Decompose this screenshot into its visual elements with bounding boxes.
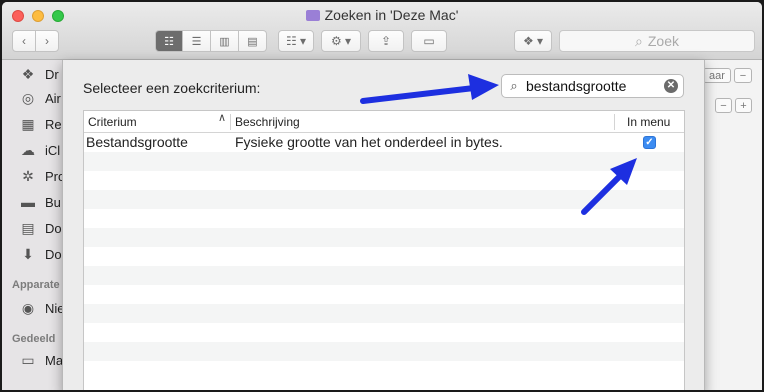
table-row-empty xyxy=(84,361,684,380)
list-icon: ☰ xyxy=(191,35,202,48)
column-view-button[interactable]: ▥ xyxy=(211,30,239,52)
sidebar-item-downloads[interactable]: ⬇ Do xyxy=(18,244,62,264)
forward-button[interactable]: › xyxy=(35,30,59,52)
sidebar: ❖ Dr ◎ Air ▦ Re ☁ iCl ✲ Pro ▬ Bu ▤ Do ⬇ Do Appar… xyxy=(2,60,65,390)
recent-icon: ▦ xyxy=(21,115,35,132)
tag-icon: ▭ xyxy=(423,34,435,48)
window-title-text: Zoeken in 'Deze Mac' xyxy=(324,7,459,23)
table-header: Criterium ∧ Beschrijving In menu xyxy=(84,111,684,133)
sidebar-item-icloud[interactable]: ☁ iCl xyxy=(18,140,60,160)
gallery-icon: ▤ xyxy=(247,35,258,48)
icloud-icon: ☁ xyxy=(21,141,35,158)
table-row-empty xyxy=(84,342,684,361)
table-row-empty xyxy=(84,266,684,285)
view-mode-segmented-control: ☷ ☰ ▥ ▤ xyxy=(155,30,267,52)
column-header-criterium[interactable]: Criterium xyxy=(84,111,230,133)
airdrop-icon: ◎ xyxy=(21,89,35,106)
table-row-empty xyxy=(84,228,684,247)
smart-folder-icon xyxy=(305,10,320,21)
search-icon: ⌕ xyxy=(635,32,643,49)
action-menu-button[interactable]: ⚙ ▾ xyxy=(321,30,361,52)
download-icon: ⬇ xyxy=(22,245,34,262)
dropbox-button[interactable]: ❖ ▾ xyxy=(514,30,552,52)
criteria-table: Criterium ∧ Beschrijving In menu Bestand… xyxy=(83,110,685,390)
table-row[interactable]: Bestandsgrootte Fysieke grootte van het … xyxy=(84,133,684,152)
table-row-empty xyxy=(84,190,684,209)
column-header-in-menu[interactable]: In menu xyxy=(615,111,684,133)
toolbar-search-field[interactable]: ⌕ Zoek xyxy=(559,30,755,52)
remove-criterion-button[interactable]: − xyxy=(715,98,732,113)
sidebar-item-applications[interactable]: ✲ Pro xyxy=(18,166,65,186)
add-criterion-button[interactable]: + xyxy=(735,98,752,113)
search-icon: ⌕ xyxy=(510,78,518,93)
toolbar-search-placeholder: Zoek xyxy=(647,33,679,49)
back-button[interactable]: ‹ xyxy=(12,30,36,52)
cell-beschrijving: Fysieke grootte van het onderdeel in byt… xyxy=(235,134,503,150)
desktop-icon: ▬ xyxy=(21,194,35,210)
clear-search-icon[interactable]: ✕ xyxy=(664,79,678,93)
dropbox-icon: ❖ ▾ xyxy=(522,34,544,48)
window-title: Zoeken in 'Deze Mac' xyxy=(2,7,762,23)
table-row-empty xyxy=(84,152,684,171)
table-row-empty xyxy=(84,247,684,266)
sort-ascending-icon: ∧ xyxy=(218,112,227,124)
table-row-empty xyxy=(84,304,684,323)
title-bar: Zoeken in 'Deze Mac' ‹ › ☷ ☰ ▥ ▤ ☷ ▾ ⚙ ▾… xyxy=(2,2,762,60)
disc-icon: ◉ xyxy=(21,299,35,316)
applications-icon: ✲ xyxy=(22,167,34,184)
in-menu-checkbox[interactable]: ✓ xyxy=(643,136,656,149)
sidebar-item-airdrop[interactable]: ◎ Air xyxy=(18,88,61,108)
grid-icon: ☷ xyxy=(164,35,174,48)
criteria-search-field[interactable]: ⌕ bestandsgrootte ✕ xyxy=(501,74,684,98)
computer-icon: ▭ xyxy=(21,351,35,368)
sidebar-item-dropbox[interactable]: ❖ Dr xyxy=(18,64,59,84)
cell-criterium: Bestandsgrootte xyxy=(86,134,188,150)
minus-icon: − xyxy=(739,69,747,82)
chevron-left-icon: ‹ xyxy=(22,34,26,48)
tag-button[interactable]: ▭ xyxy=(411,30,447,52)
arrange-button[interactable]: ☷ ▾ xyxy=(278,30,314,52)
remove-criterion-button-top[interactable]: − xyxy=(734,68,752,83)
dialog-label: Selecteer een zoekcriterium: xyxy=(83,80,261,96)
save-search-button[interactable]: aar xyxy=(703,68,731,83)
share-icon: ⇪ xyxy=(380,34,392,48)
table-row-empty xyxy=(84,323,684,342)
table-row-empty xyxy=(84,171,684,190)
sidebar-item-desktop[interactable]: ▬ Bu xyxy=(18,192,61,212)
share-button[interactable]: ⇪ xyxy=(368,30,404,52)
column-header-beschrijving[interactable]: Beschrijving xyxy=(231,111,614,133)
dropbox-icon: ❖ xyxy=(21,65,35,82)
gear-icon: ⚙ ▾ xyxy=(330,34,352,48)
table-body: Bestandsgrootte Fysieke grootte van het … xyxy=(84,133,684,380)
sidebar-section-shared: Gedeeld xyxy=(12,333,56,345)
finder-window: Zoeken in 'Deze Mac' ‹ › ☷ ☰ ▥ ▤ ☷ ▾ ⚙ ▾… xyxy=(2,2,762,390)
plus-icon: + xyxy=(740,99,747,112)
minus-icon: − xyxy=(720,99,727,112)
arrange-icon: ☷ ▾ xyxy=(285,34,307,48)
chevron-right-icon: › xyxy=(45,34,49,48)
columns-icon: ▥ xyxy=(219,35,230,48)
table-row-empty xyxy=(84,285,684,304)
criteria-search-value: bestandsgrootte xyxy=(526,78,627,94)
sidebar-item-documents[interactable]: ▤ Do xyxy=(18,218,61,238)
table-row-empty xyxy=(84,209,684,228)
document-icon: ▤ xyxy=(21,219,35,236)
sidebar-item-shared-computer[interactable]: ▭ Ma xyxy=(18,350,63,370)
sidebar-item-device[interactable]: ◉ Nie xyxy=(18,298,65,318)
sidebar-section-devices: Apparate xyxy=(12,279,60,291)
icon-view-button[interactable]: ☷ xyxy=(155,30,183,52)
criteria-dialog: Selecteer een zoekcriterium: ⌕ bestandsg… xyxy=(62,60,705,390)
sidebar-item-recent[interactable]: ▦ Re xyxy=(18,114,61,134)
list-view-button[interactable]: ☰ xyxy=(183,30,211,52)
gallery-view-button[interactable]: ▤ xyxy=(239,30,267,52)
